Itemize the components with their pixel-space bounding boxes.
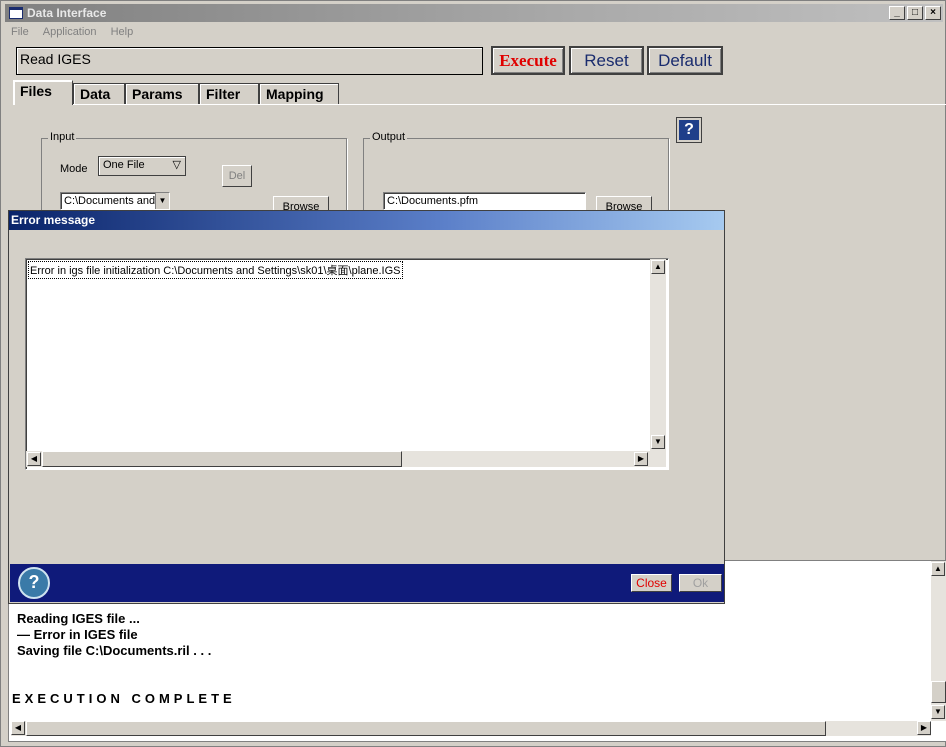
tab-filter[interactable]: Filter xyxy=(199,83,259,105)
console-hscroll-thumb[interactable] xyxy=(26,721,826,736)
console-line: Reading IGES file ... xyxy=(17,611,140,626)
menu-help[interactable]: Help xyxy=(111,23,134,41)
error-dialog-title: Error message xyxy=(9,211,724,230)
close-button[interactable]: Close xyxy=(631,574,672,592)
maximize-button[interactable]: □ xyxy=(907,6,923,20)
mode-select[interactable]: One File ▽ xyxy=(98,156,186,176)
window-controls: _ □ × xyxy=(887,6,941,20)
mode-value: One File xyxy=(103,159,145,171)
menu-file[interactable]: File xyxy=(11,23,29,41)
ok-button[interactable]: Ok xyxy=(679,574,722,592)
input-group-label: Input xyxy=(48,131,77,143)
menu-application[interactable]: Application xyxy=(43,23,97,41)
scroll-up-icon[interactable]: ▲ xyxy=(931,562,945,576)
dropdown-arrow-icon: ▽ xyxy=(172,159,181,171)
default-button[interactable]: Default xyxy=(647,46,723,75)
mode-label: Mode xyxy=(60,163,88,175)
error-list-item[interactable]: Error in igs file initialization C:\Docu… xyxy=(28,261,403,279)
output-group-label: Output xyxy=(370,131,408,143)
input-file-field[interactable]: C:\Documents and Se ▼ xyxy=(60,192,170,210)
help-icon[interactable]: ? xyxy=(677,118,701,142)
tab-data[interactable]: Data xyxy=(73,83,125,105)
scroll-right-icon[interactable]: ▶ xyxy=(917,721,931,735)
scroll-down-icon[interactable]: ▼ xyxy=(651,435,665,449)
execution-status: EXECUTION COMPLETE xyxy=(12,691,236,706)
tab-bar: Files Data Params Filter Mapping xyxy=(13,80,339,105)
console-hscroll[interactable]: ◀ ▶ xyxy=(11,721,931,736)
console-line: — Error in IGES file xyxy=(17,627,138,642)
tab-divider xyxy=(73,104,946,105)
app-icon xyxy=(9,7,23,19)
output-file-field[interactable]: C:\Documents.pfm xyxy=(383,192,586,210)
error-list-vscroll[interactable]: ▲ ▼ xyxy=(650,259,666,451)
menu-bar: File Application Help xyxy=(5,23,133,41)
error-list-hscroll[interactable]: ◀ ▶ xyxy=(26,451,666,467)
chevron-down-icon[interactable]: ▼ xyxy=(155,193,169,209)
window-title: Data Interface xyxy=(27,6,107,20)
reset-button[interactable]: Reset xyxy=(569,46,644,75)
del-button[interactable]: Del xyxy=(222,165,252,187)
console-vscroll-thumb[interactable] xyxy=(931,681,946,703)
error-list-hscroll-thumb[interactable] xyxy=(42,451,402,467)
command-field[interactable]: Read IGES xyxy=(16,47,483,75)
scroll-up-icon[interactable]: ▲ xyxy=(651,260,665,274)
scroll-left-icon[interactable]: ◀ xyxy=(11,721,25,735)
tab-mapping[interactable]: Mapping xyxy=(259,83,339,105)
scroll-right-icon[interactable]: ▶ xyxy=(634,452,648,466)
close-window-button[interactable]: × xyxy=(925,6,941,20)
dialog-footer: ? Close Ok xyxy=(10,564,724,602)
scroll-down-icon[interactable]: ▼ xyxy=(931,705,945,719)
tab-params[interactable]: Params xyxy=(125,83,199,105)
title-bar: Data Interface _ □ × xyxy=(5,4,943,22)
error-dialog: Error message Error in igs file initiali… xyxy=(8,210,725,604)
console-vscroll[interactable]: ▲ ▼ xyxy=(931,561,946,721)
error-list[interactable]: Error in igs file initialization C:\Docu… xyxy=(25,258,669,470)
console-lines: Reading IGES file ... — Error in IGES fi… xyxy=(17,611,211,659)
tab-files[interactable]: Files xyxy=(13,80,73,105)
console-line: Saving file C:\Documents.ril . . . xyxy=(17,643,212,658)
execute-button[interactable]: Execute xyxy=(491,46,565,75)
info-help-icon: ? xyxy=(18,567,50,599)
main-window: Data Interface _ □ × File Application He… xyxy=(0,0,946,747)
scroll-left-icon[interactable]: ◀ xyxy=(27,452,41,466)
minimize-button[interactable]: _ xyxy=(889,6,905,20)
